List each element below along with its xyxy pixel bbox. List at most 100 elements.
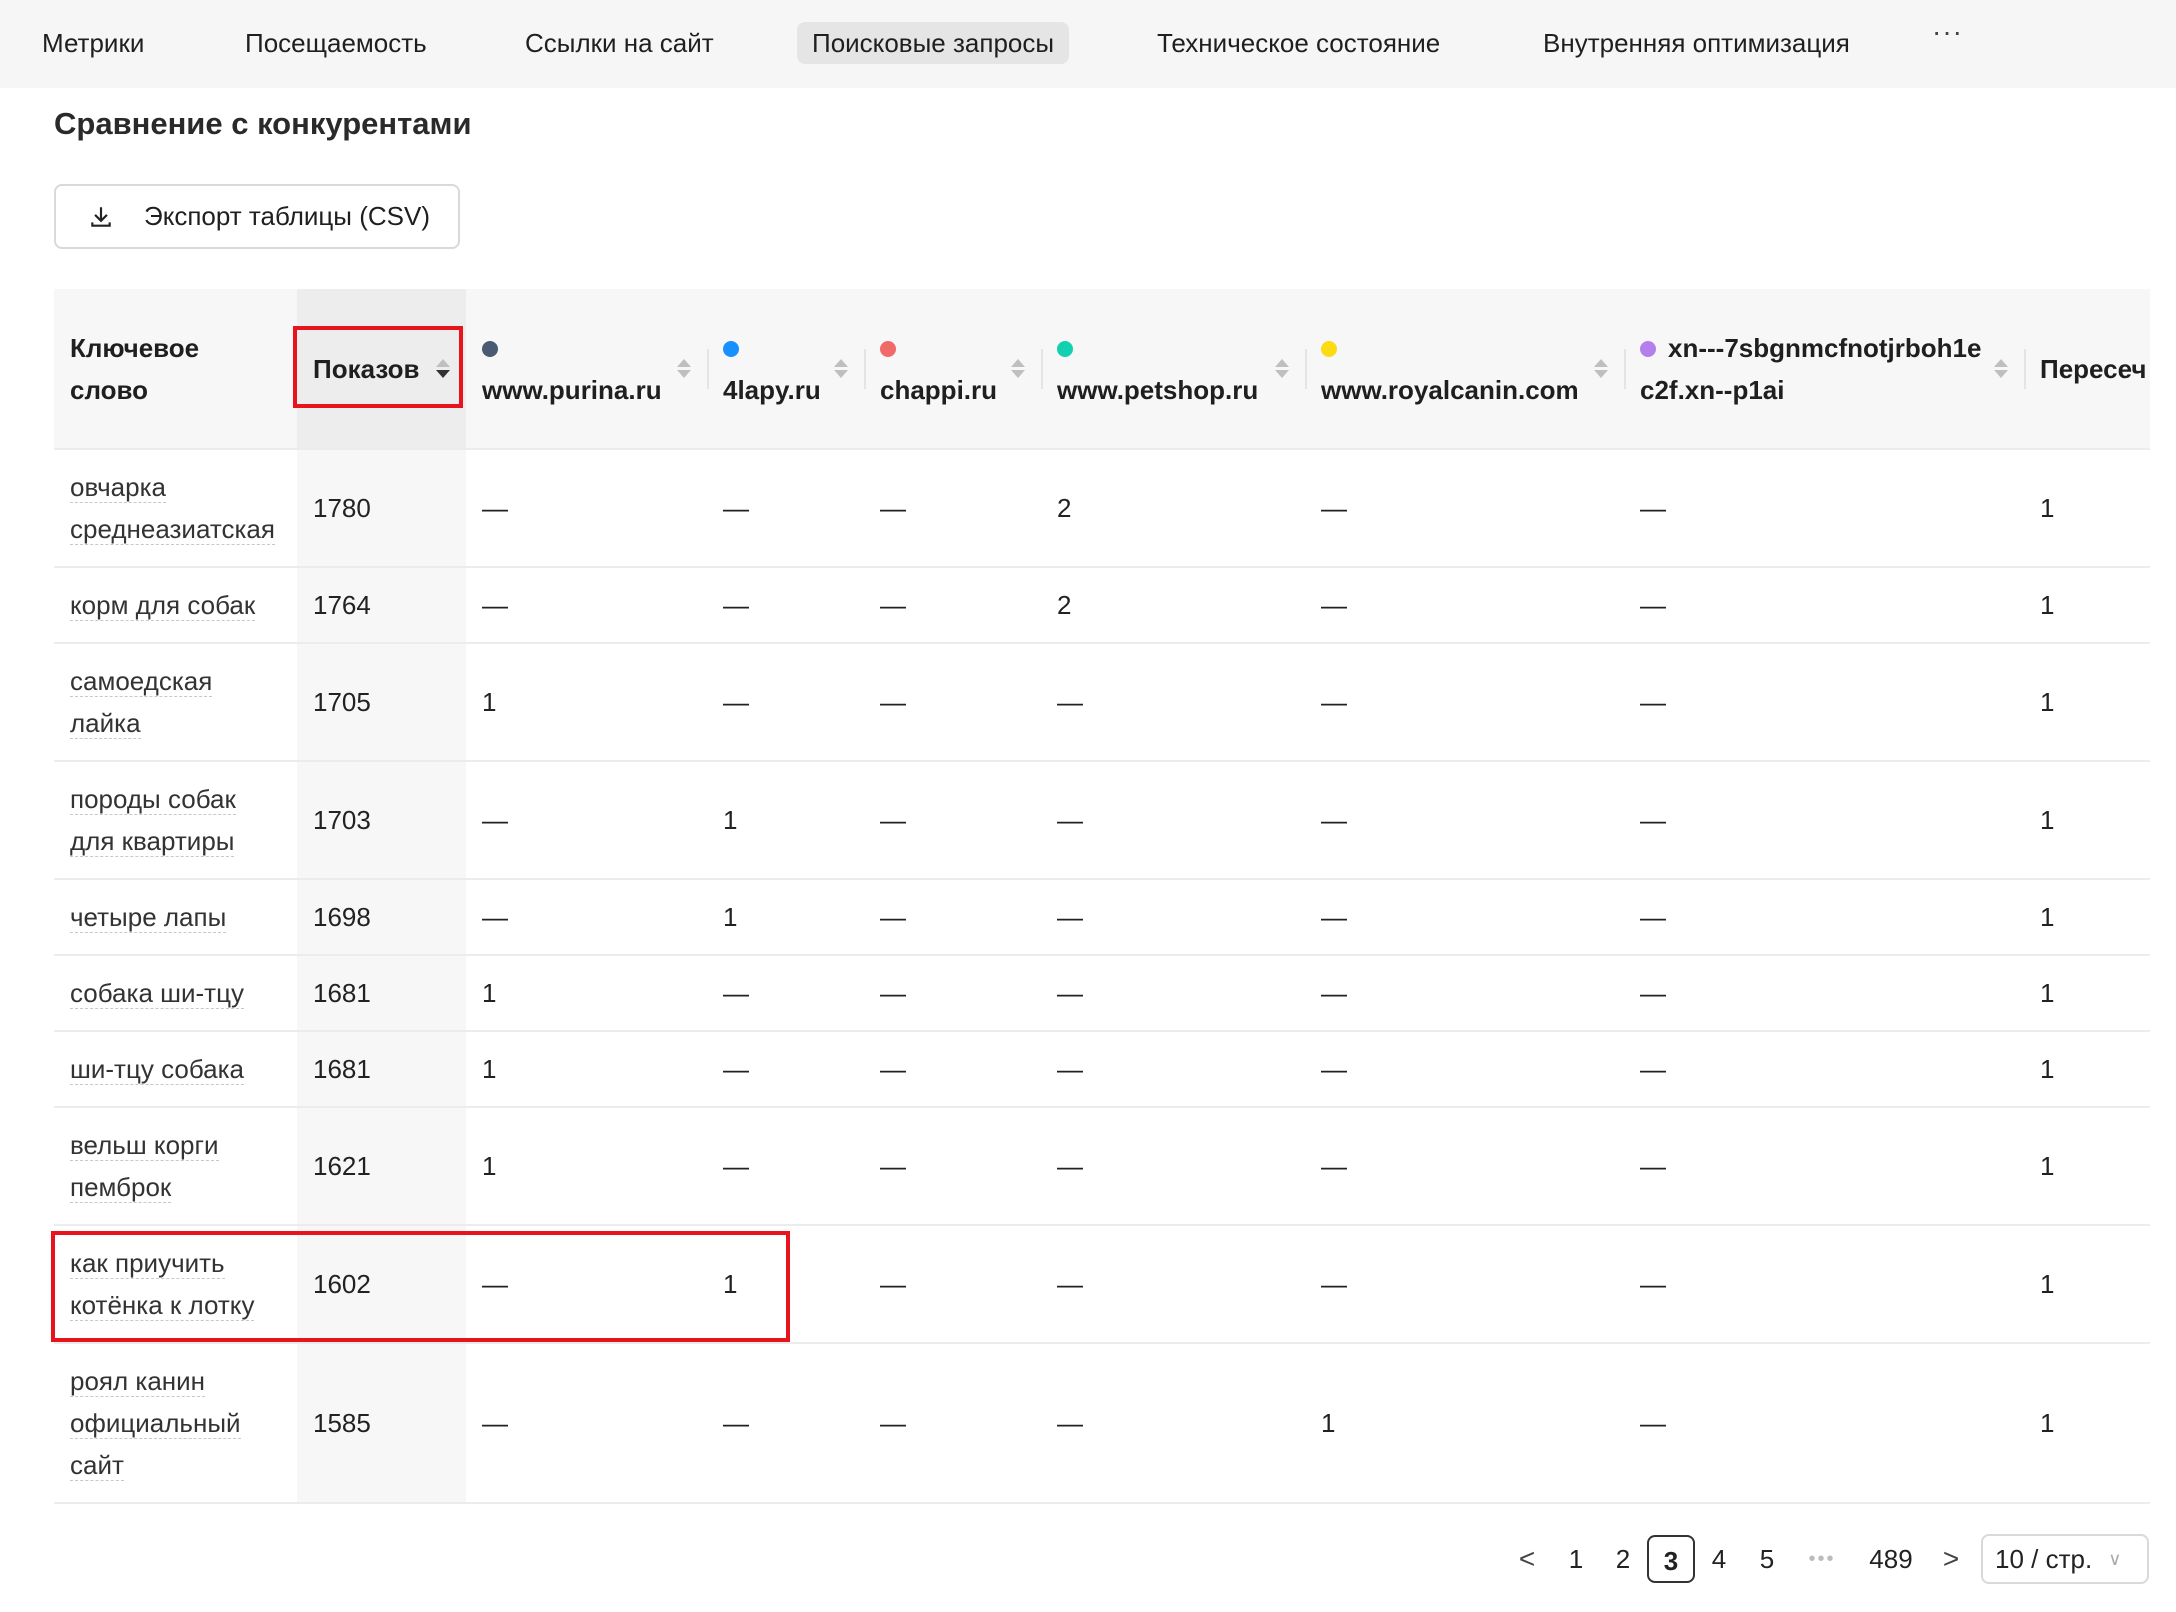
keyword-cell: корм для собак — [54, 567, 297, 644]
intersection-cell: 1 — [2024, 1225, 2150, 1344]
keyword-cell: ши-тцу собака — [54, 1031, 297, 1108]
page-last[interactable]: 489 — [1865, 1535, 1917, 1583]
keyword-cell: как приучить котёнка к лотку — [54, 1225, 297, 1344]
sort-icon[interactable] — [834, 359, 848, 378]
column-header-label: 4lapy.ru — [723, 374, 821, 405]
tab-technical-state[interactable]: Техническое состояние — [1142, 22, 1455, 64]
position-cell: — — [466, 761, 707, 880]
keyword-link[interactable]: вельш корги пемброк — [70, 1130, 219, 1203]
column-header-intersection[interactable]: Пересеч — [2024, 289, 2150, 450]
column-divider — [1041, 349, 1043, 389]
table-row: роял канин официальный сайт 1585— — — —1—1 — [54, 1343, 2150, 1504]
pagination-ellipsis[interactable]: ••• — [1800, 1535, 1844, 1583]
position-cell: — — [1624, 1343, 2024, 1504]
section-title: Сравнение с конкурентами — [54, 106, 472, 141]
position-cell: — — [707, 1107, 864, 1226]
column-header-label: www.purina.ru — [482, 374, 662, 405]
sort-icon[interactable] — [677, 359, 691, 378]
table-row: четыре лапы 1698—1— — — —1 — [54, 879, 2150, 956]
tab-metrics[interactable]: Метрики — [27, 22, 159, 64]
position-cell: — — [1041, 879, 1305, 956]
page-3-current[interactable]: 3 — [1647, 1535, 1695, 1583]
chevron-down-icon: ∨ — [2108, 1548, 2122, 1569]
keyword-link[interactable]: корм для собак — [70, 590, 256, 621]
prev-page-icon[interactable]: < — [1514, 1535, 1540, 1583]
column-header-shows[interactable]: Показов — [297, 289, 466, 450]
table-row: корм для собак 1764— — —2— —1 — [54, 567, 2150, 644]
tab-search-queries[interactable]: Поисковые запросы — [797, 22, 1070, 64]
position-cell: 1 — [707, 1225, 864, 1344]
position-cell: — — [707, 449, 864, 568]
keyword-link[interactable]: овчарка среднеазиатская — [70, 472, 275, 545]
page-size-select[interactable]: 10 / стр. ∨ — [1981, 1534, 2149, 1584]
column-header-label: Пересеч — [2040, 353, 2147, 384]
column-header-domain[interactable]: www.petshop.ru — [1041, 289, 1305, 450]
tab-traffic[interactable]: Посещаемость — [230, 22, 442, 64]
intersection-cell: 1 — [2024, 643, 2150, 762]
position-cell: — — [466, 879, 707, 956]
tab-backlinks[interactable]: Ссылки на сайт — [510, 22, 729, 64]
shows-cell: 1621 — [297, 1107, 466, 1226]
keyword-link[interactable]: собака ши-тцу — [70, 978, 244, 1009]
keyword-link[interactable]: как приучить котёнка к лотку — [70, 1248, 255, 1321]
keyword-cell: вельш корги пемброк — [54, 1107, 297, 1226]
position-cell: 1 — [707, 879, 864, 956]
table-row: породы собак для квартиры 1703—1— — — —1 — [54, 761, 2150, 880]
page-5[interactable]: 5 — [1754, 1535, 1780, 1583]
keyword-link[interactable]: породы собак для квартиры — [70, 784, 236, 857]
position-cell: — — [707, 643, 864, 762]
series-dot-icon — [1640, 340, 1656, 357]
page-1[interactable]: 1 — [1563, 1535, 1589, 1583]
keyword-link[interactable]: ши-тцу собака — [70, 1054, 244, 1085]
shows-cell: 1681 — [297, 1031, 466, 1108]
shows-cell: 1681 — [297, 955, 466, 1032]
position-cell: — — [864, 567, 1041, 644]
export-csv-button[interactable]: Экспорт таблицы (CSV) — [54, 184, 460, 249]
sort-icon[interactable] — [1011, 359, 1025, 378]
next-page-icon[interactable]: > — [1938, 1535, 1964, 1583]
table-row: овчарка среднеазиатская 1780— — —2— —1 — [54, 449, 2150, 568]
intersection-cell: 1 — [2024, 1343, 2150, 1504]
column-header-domain[interactable]: chappi.ru — [864, 289, 1041, 450]
column-header-label: chappi.ru — [880, 374, 998, 405]
table-row: собака ши-тцу 1681 1— — — — —1 — [54, 955, 2150, 1032]
column-header-label: www.royalcanin.com — [1321, 374, 1579, 405]
sort-icon[interactable] — [1275, 359, 1289, 378]
sort-icon[interactable] — [1994, 359, 2008, 378]
column-header-domain[interactable]: 4lapy.ru — [707, 289, 864, 450]
position-cell: — — [1624, 879, 2024, 956]
column-divider — [1305, 349, 1307, 389]
page-2[interactable]: 2 — [1610, 1535, 1636, 1583]
column-divider — [707, 349, 709, 389]
position-cell: — — [1041, 761, 1305, 880]
keyword-link[interactable]: роял канин официальный сайт — [70, 1366, 241, 1481]
column-header-keyword: Ключевое слово — [54, 289, 297, 450]
position-cell: — — [1624, 1225, 2024, 1344]
column-header-domain[interactable]: xn---7sbgnmcfnotjrboh1ec2f.xn--p1ai — [1624, 289, 2024, 450]
page-4[interactable]: 4 — [1706, 1535, 1732, 1583]
competitors-table: Ключевое слово Показов www.purina.ru 4la… — [54, 289, 2150, 1504]
series-dot-icon — [482, 340, 498, 357]
column-header-domain[interactable]: www.royalcanin.com — [1305, 289, 1624, 450]
download-icon — [91, 206, 111, 227]
column-header-domain[interactable]: www.purina.ru — [466, 289, 707, 450]
tab-internal-optimization[interactable]: Внутренняя оптимизация — [1528, 22, 1865, 64]
position-cell: — — [1624, 643, 2024, 762]
keyword-cell: роял канин официальный сайт — [54, 1343, 297, 1504]
position-cell: — — [1624, 761, 2024, 880]
position-cell: — — [466, 567, 707, 644]
keyword-cell: собака ши-тцу — [54, 955, 297, 1032]
position-cell: — — [1305, 643, 1624, 762]
position-cell: — — [466, 449, 707, 568]
keyword-link[interactable]: четыре лапы — [70, 902, 227, 933]
sort-icon[interactable] — [1594, 359, 1608, 378]
more-tabs-icon[interactable]: ··· — [1932, 16, 1963, 48]
intersection-cell: 1 — [2024, 955, 2150, 1032]
table-row: ши-тцу собака 1681 1— — — — —1 — [54, 1031, 2150, 1108]
keyword-link[interactable]: самоедская лайка — [70, 666, 213, 739]
position-cell: — — [864, 879, 1041, 956]
column-header-label: xn---7sbgnmcfnotjrboh1ec2f.xn--p1ai — [1640, 332, 1982, 405]
intersection-cell: 1 — [2024, 449, 2150, 568]
position-cell: — — [707, 567, 864, 644]
sort-descending-icon[interactable] — [436, 359, 450, 378]
